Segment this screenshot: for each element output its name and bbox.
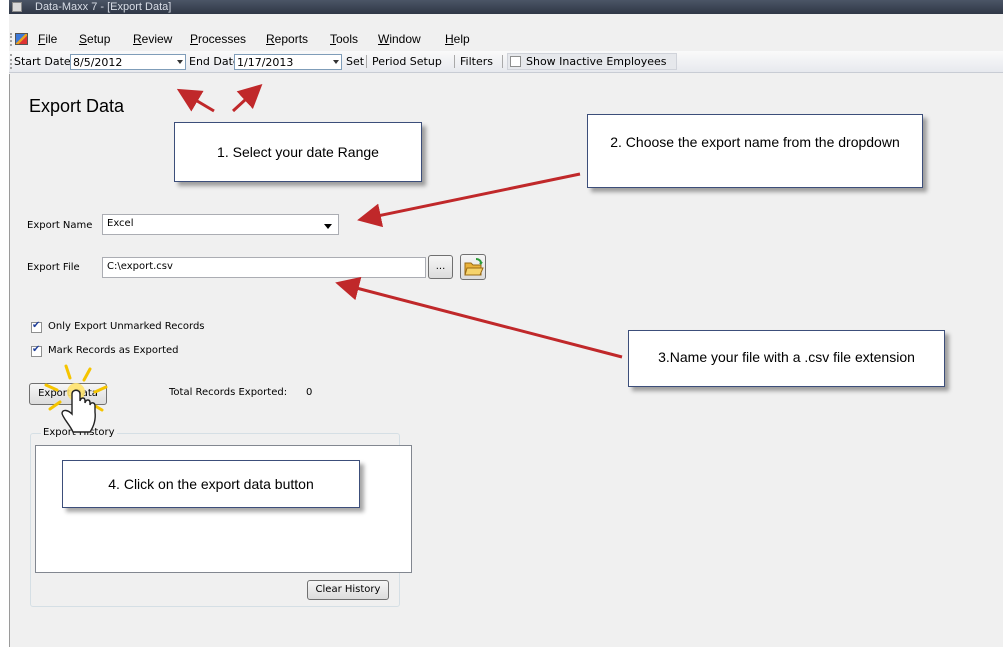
mark-exported-label: Mark Records as Exported <box>48 345 179 356</box>
total-records-value: 0 <box>306 387 313 398</box>
chevron-down-icon[interactable] <box>333 60 339 64</box>
app-icon <box>12 2 22 12</box>
toolbar-grip <box>10 54 12 69</box>
menu-bar: File Setup Review Processes Reports Tool… <box>9 30 1003 49</box>
menu-window[interactable]: Window <box>378 32 421 46</box>
window-title: Data-Maxx 7 - [Export Data] <box>35 1 172 13</box>
callout-step-4: 4. Click on the export data button <box>62 460 360 508</box>
end-date-label: End Date <box>189 55 240 68</box>
export-name-dropdown[interactable]: Excel <box>102 214 339 235</box>
menu-grip <box>10 33 14 46</box>
toolbar-separator <box>502 55 503 68</box>
period-setup-button[interactable]: Period Setup <box>372 55 442 68</box>
filters-button[interactable]: Filters <box>460 55 493 68</box>
start-date-label: Start Date <box>14 55 71 68</box>
callout-step-3: 3.Name your file with a .csv file extens… <box>628 330 945 387</box>
total-records-label: Total Records Exported: <box>169 387 288 398</box>
export-file-label: Export File <box>27 262 80 273</box>
toolbar-separator <box>454 55 455 68</box>
toolbar: Start Date 8/5/2012 End Date 1/17/2013 S… <box>9 51 1003 73</box>
menu-reports[interactable]: Reports <box>266 32 308 46</box>
toolbar-separator <box>366 55 367 68</box>
start-date-value: 8/5/2012 <box>73 56 123 69</box>
export-file-value: C:\export.csv <box>107 261 173 272</box>
browse-button[interactable]: ... <box>428 255 453 279</box>
set-button[interactable]: Set <box>346 55 364 68</box>
callout-step-2-text: 2. Choose the export name from the dropd… <box>610 134 900 150</box>
menu-setup[interactable]: Setup <box>79 32 110 46</box>
show-inactive-label: Show Inactive Employees <box>526 55 667 68</box>
mdi-window-icon[interactable] <box>15 33 28 45</box>
menu-review[interactable]: Review <box>133 32 172 46</box>
chevron-down-icon[interactable] <box>177 60 183 64</box>
callout-step-3-text: 3.Name your file with a .csv file extens… <box>658 349 915 365</box>
export-history-label: Export History <box>41 427 117 438</box>
show-inactive-toggle[interactable]: Show Inactive Employees <box>507 53 677 70</box>
end-date-picker[interactable]: 1/17/2013 <box>234 54 342 70</box>
menu-processes[interactable]: Processes <box>190 32 246 46</box>
callout-step-1-text: 1. Select your date Range <box>217 144 379 160</box>
open-folder-icon <box>464 258 484 276</box>
menu-file[interactable]: File <box>38 32 57 46</box>
menu-tools[interactable]: Tools <box>330 32 358 46</box>
title-bar: Data-Maxx 7 - [Export Data] <box>9 0 1003 14</box>
export-file-input[interactable]: C:\export.csv <box>102 257 426 278</box>
end-date-value: 1/17/2013 <box>237 56 294 69</box>
callout-step-4-text: 4. Click on the export data button <box>108 476 314 492</box>
start-date-picker[interactable]: 8/5/2012 <box>70 54 186 70</box>
show-inactive-checkbox[interactable] <box>510 56 521 67</box>
only-unmarked-label: Only Export Unmarked Records <box>48 321 205 332</box>
page-title: Export Data <box>29 96 125 116</box>
open-folder-button[interactable] <box>460 254 486 280</box>
only-unmarked-checkbox[interactable] <box>31 320 42 333</box>
menu-help[interactable]: Help <box>445 32 470 46</box>
mark-exported-checkbox[interactable] <box>31 344 42 357</box>
export-name-value: Excel <box>107 218 134 229</box>
export-name-label: Export Name <box>27 220 93 231</box>
export-data-button[interactable]: Export Data <box>29 383 107 405</box>
clear-history-button[interactable]: Clear History <box>307 580 389 600</box>
callout-step-1: 1. Select your date Range <box>174 122 422 182</box>
callout-step-2: 2. Choose the export name from the dropd… <box>587 114 923 188</box>
app-window: Data-Maxx 7 - [Export Data] File Setup R… <box>9 0 1003 647</box>
chevron-down-icon[interactable] <box>324 224 332 229</box>
